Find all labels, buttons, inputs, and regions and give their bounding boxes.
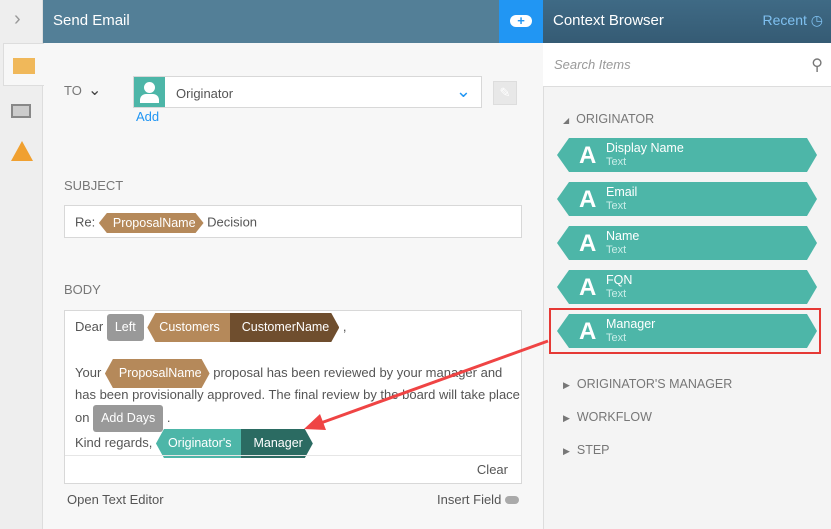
annotation-arrow (304, 339, 549, 430)
